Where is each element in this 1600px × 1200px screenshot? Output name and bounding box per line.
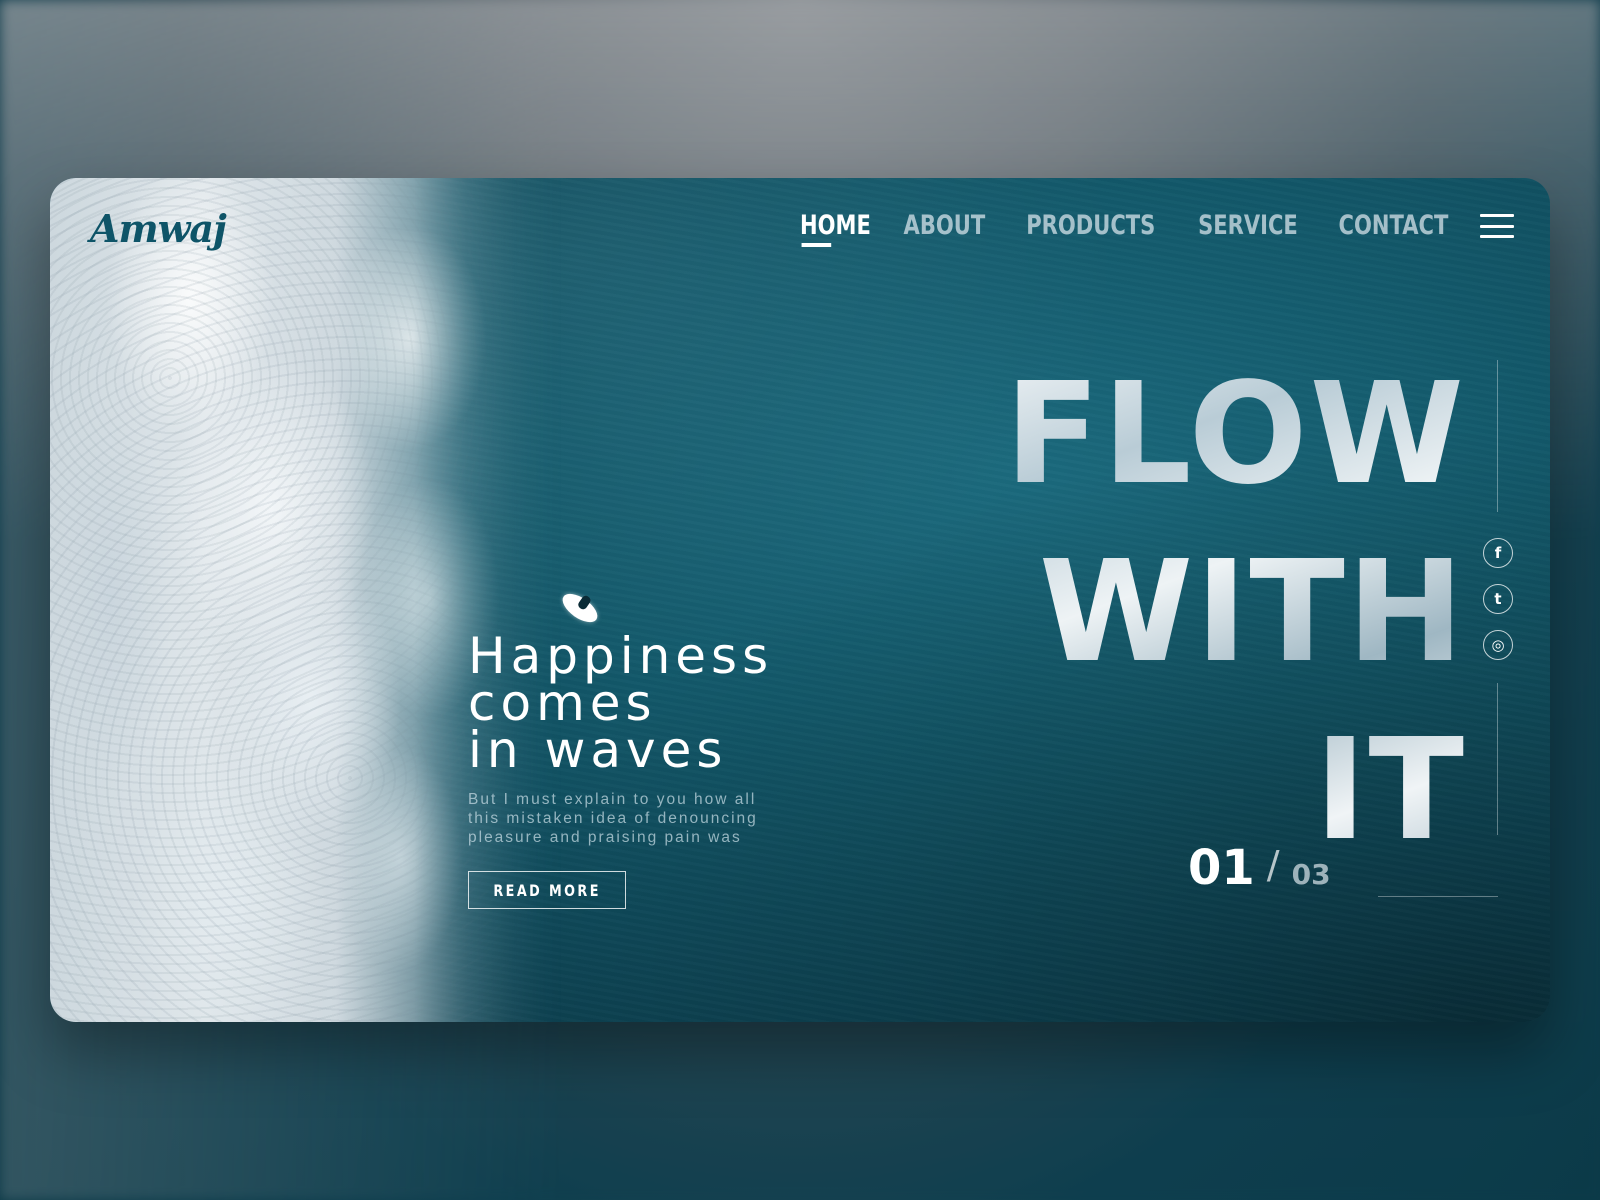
counter-line [1378,896,1498,897]
hero-card: Amwaj HOME ABOUT PRODUCTS SERVICE CONTAC… [50,178,1550,1022]
instagram-icon[interactable]: ◎ [1483,630,1513,660]
read-more-button[interactable]: READ MORE [468,871,626,909]
nav-item-contact[interactable]: CONTACT [1339,210,1449,241]
slide-separator: / [1266,843,1280,887]
divider-line [1497,683,1498,835]
hamburger-icon[interactable] [1480,214,1514,238]
brand-logo[interactable]: Amwaj [90,206,227,251]
nav-item-products[interactable]: PRODUCTS [1026,210,1155,241]
nav-item-about[interactable]: ABOUT [903,210,985,241]
tagline-line: in waves [468,721,728,779]
slide-counter: 01 / 03 [1188,840,1331,896]
hamburger-bar [1480,214,1514,217]
tagline-line: comes [468,674,657,732]
slide-total: 03 [1291,858,1331,891]
headline-line: WITH [1038,531,1466,694]
description-line: this mistaken idea of denouncing [468,810,758,827]
hero-description: But I must explain to you how all this m… [468,790,808,847]
main-nav: HOME ABOUT PRODUCTS SERVICE CONTACT [800,210,1454,247]
slide-current: 01 [1188,840,1255,896]
facebook-icon[interactable]: f [1483,538,1513,568]
twitter-icon[interactable]: t [1483,584,1513,614]
social-links: f t ◎ [1483,538,1513,660]
tagline-line: Happiness [468,627,774,685]
nav-item-service[interactable]: SERVICE [1198,210,1298,241]
hero-tagline: Happiness comes in waves [468,627,774,779]
description-line: But I must explain to you how all [468,791,757,808]
hamburger-bar [1480,224,1514,228]
headline-line: FLOW [1004,353,1466,516]
read-more-label: READ MORE [493,880,601,900]
headline-line: IT [1314,709,1466,872]
divider-line [1497,360,1498,512]
description-line: pleasure and praising pain was [468,829,742,846]
hero-headline: FLOW WITH IT [906,346,1466,880]
hamburger-bar [1480,235,1514,238]
nav-item-home[interactable]: HOME [800,210,871,247]
wave-foam-texture [50,178,520,1022]
